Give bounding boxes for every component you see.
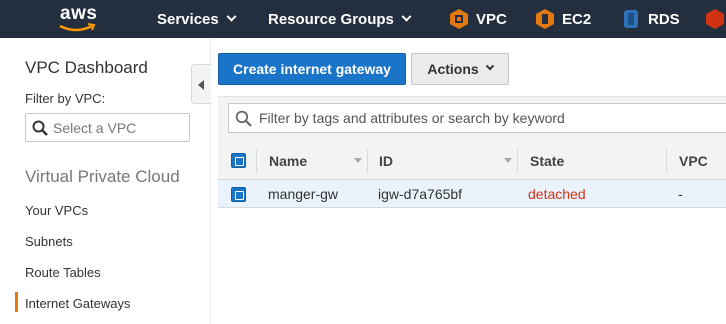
column-header-id[interactable]: ID [379,142,393,180]
column-header-state[interactable]: State [530,142,564,180]
column-divider [666,149,667,173]
sidebar-item-internet-gateways[interactable]: Internet Gateways [25,296,131,311]
sidebar-item-your-vpcs[interactable]: Your VPCs [25,203,88,218]
top-nav: aws Services Resource Groups VPC EC2 RDS [0,0,726,38]
vpc-icon [450,9,468,29]
resource-groups-menu[interactable]: Resource Groups [268,0,412,38]
sort-icon[interactable] [504,158,512,163]
shortcut-vpc[interactable]: VPC [450,0,507,38]
row-checkbox[interactable] [231,187,246,202]
rds-icon [624,10,638,28]
sidebar: VPC Dashboard Filter by VPC: Select a VP… [0,38,211,324]
vpc-select-placeholder: Select a VPC [53,119,137,136]
column-header-vpc[interactable]: VPC [679,142,708,180]
search-input[interactable]: Filter by tags and attributes or search … [228,103,726,133]
actions-button[interactable]: Actions [411,53,509,85]
filter-by-vpc-label: Filter by VPC: [25,91,106,106]
shortcut-ec2[interactable]: EC2 [536,0,591,38]
chevron-down-icon [401,11,412,22]
table-header: Name ID State VPC [218,142,726,180]
search-icon [235,110,252,127]
cell-state: detached [528,186,586,202]
cell-name: manger-gw [268,186,339,202]
service-icon [706,9,724,29]
sidebar-item-subnets[interactable]: Subnets [25,234,73,249]
create-internet-gateway-button[interactable]: Create internet gateway [218,53,406,85]
aws-logo[interactable]: aws [56,3,106,35]
cell-id: igw-d7a765bf [378,186,463,202]
cell-vpc: - [678,186,683,202]
section-heading: Virtual Private Cloud [25,167,180,186]
sidebar-title[interactable]: VPC Dashboard [25,58,148,78]
filter-bar: Filter by tags and attributes or search … [218,96,726,142]
column-header-name[interactable]: Name [269,142,307,180]
search-placeholder: Filter by tags and attributes or search … [259,110,565,126]
search-icon [32,120,48,136]
ec2-icon [536,9,554,29]
active-item-marker [15,292,18,312]
column-divider [256,149,257,173]
sort-icon[interactable] [354,158,362,163]
table-row[interactable]: manger-gw igw-d7a765bf detached - [218,180,726,208]
smile-arrow-icon [59,23,96,32]
select-all-checkbox[interactable] [231,153,246,168]
column-divider [367,149,368,173]
chevron-down-icon [226,11,237,22]
shortcut-extra[interactable] [706,0,726,38]
sidebar-collapse-button[interactable] [191,64,211,104]
sidebar-item-route-tables[interactable]: Route Tables [25,265,101,280]
vpc-select[interactable]: Select a VPC [25,113,190,142]
column-divider [517,149,518,173]
chevron-left-icon [198,80,204,90]
chevron-down-icon [485,61,494,71]
shortcut-rds[interactable]: RDS [622,0,680,38]
services-menu[interactable]: Services [157,0,237,38]
